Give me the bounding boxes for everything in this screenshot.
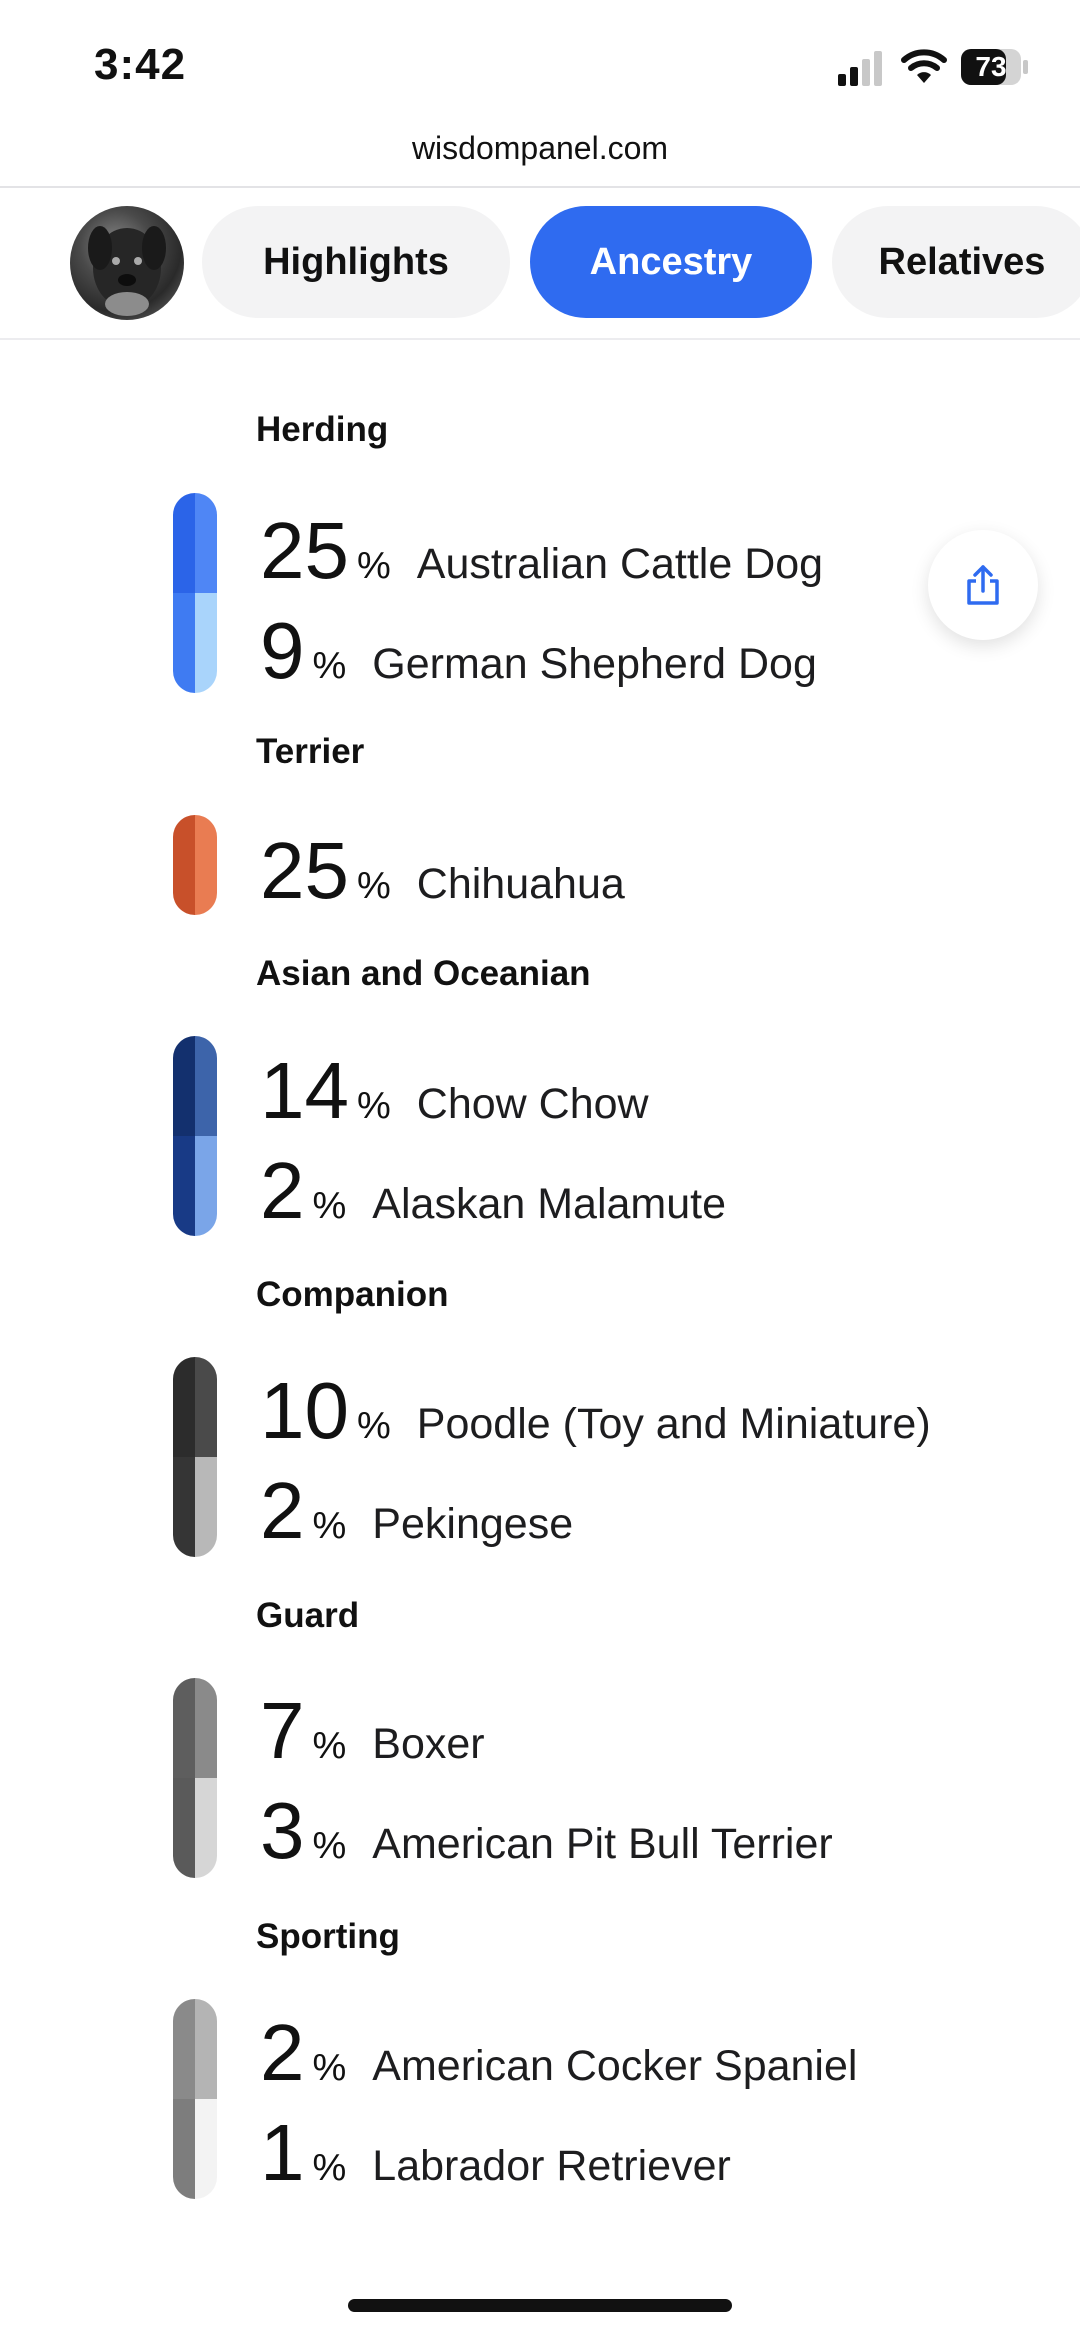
percent-sign: % xyxy=(356,1085,391,1127)
percent-sign: % xyxy=(312,1825,347,1867)
breed-percent: 1 xyxy=(260,2108,305,2197)
percent-sign: % xyxy=(312,645,347,687)
percent-sign: % xyxy=(356,545,391,587)
breed-row: 25 % Australian Cattle Dog xyxy=(260,506,823,596)
percent-sign: % xyxy=(356,1405,391,1447)
battery-level: 73 xyxy=(975,51,1007,82)
breed-row: 2 % Pekingese xyxy=(260,1466,573,1556)
breed-row: 14 % Chow Chow xyxy=(260,1046,649,1136)
breed-row: 2 % Alaskan Malamute xyxy=(260,1146,726,1236)
breed-row: 2 % American Cocker Spaniel xyxy=(260,2008,857,2098)
breed-percent: 2 xyxy=(260,2008,305,2097)
cellular-signal-icon xyxy=(838,51,882,86)
status-time: 3:42 xyxy=(94,40,187,89)
dog-photo-icon xyxy=(88,226,166,316)
percent-sign: % xyxy=(312,1725,347,1767)
breed-name: American Cocker Spaniel xyxy=(372,2042,858,2090)
breed-name: Boxer xyxy=(372,1720,485,1768)
breed-name: Poodle (Toy and Miniature) xyxy=(416,1400,931,1448)
group-title-guard: Guard xyxy=(256,1596,360,1635)
companion-bar xyxy=(173,1357,217,1557)
wifi-icon xyxy=(901,49,947,83)
breed-percent: 25 xyxy=(260,826,349,915)
breed-name: Labrador Retriever xyxy=(372,2142,731,2190)
breed-row: 1 % Labrador Retriever xyxy=(260,2108,731,2198)
terrier-bar xyxy=(173,815,217,915)
percent-sign: % xyxy=(312,1185,347,1227)
breed-name: Alaskan Malamute xyxy=(372,1180,727,1228)
breed-percent: 3 xyxy=(260,1786,305,1875)
breed-name: German Shepherd Dog xyxy=(372,640,817,688)
breed-name: Australian Cattle Dog xyxy=(416,540,824,588)
url-domain[interactable]: wisdompanel.com xyxy=(412,130,668,166)
group-title-terrier: Terrier xyxy=(256,732,365,771)
asian-oceanian-bar xyxy=(173,1036,217,1236)
percent-sign: % xyxy=(312,2047,347,2089)
breed-row: 3 % American Pit Bull Terrier xyxy=(260,1786,833,1876)
tab-row: Highlights Ancestry Relatives xyxy=(0,188,1080,340)
breed-percent: 2 xyxy=(260,1146,305,1235)
breed-row: 10 % Poodle (Toy and Miniature) xyxy=(260,1366,931,1456)
breed-name: American Pit Bull Terrier xyxy=(372,1820,833,1868)
dog-avatar[interactable] xyxy=(70,206,184,320)
breed-row: 9 % German Shepherd Dog xyxy=(260,606,817,696)
breed-row: 25 % Chihuahua xyxy=(260,826,625,916)
tab-highlights[interactable]: Highlights xyxy=(202,206,510,318)
guard-bar xyxy=(173,1678,217,1878)
home-indicator[interactable] xyxy=(348,2299,732,2312)
breed-percent: 2 xyxy=(260,1466,305,1555)
breed-name: Pekingese xyxy=(372,1500,574,1548)
breed-percent: 9 xyxy=(260,606,305,695)
url-bar[interactable]: wisdompanel.com xyxy=(0,118,1080,188)
percent-sign: % xyxy=(356,865,391,907)
group-title-herding: Herding xyxy=(256,410,389,449)
tab-relatives[interactable]: Relatives xyxy=(832,206,1080,318)
breed-name: Chihuahua xyxy=(416,860,625,908)
group-title-companion: Companion xyxy=(256,1275,449,1314)
breed-percent: 7 xyxy=(260,1686,305,1775)
battery-icon: 73 xyxy=(960,48,1030,86)
sporting-bar xyxy=(173,1999,217,2199)
status-bar: 3:42 73 xyxy=(0,0,1080,130)
breed-percent: 25 xyxy=(260,506,349,595)
breed-percent: 14 xyxy=(260,1046,349,1135)
herding-bar xyxy=(173,493,217,693)
tab-ancestry[interactable]: Ancestry xyxy=(530,206,812,318)
percent-sign: % xyxy=(312,1505,347,1547)
group-title-sporting: Sporting xyxy=(256,1917,400,1956)
breed-row: 7 % Boxer xyxy=(260,1686,485,1776)
group-title-asian-oceanian: Asian and Oceanian xyxy=(256,954,591,993)
breed-name: Chow Chow xyxy=(416,1080,649,1128)
percent-sign: % xyxy=(312,2147,347,2189)
share-icon xyxy=(967,565,999,605)
share-button[interactable] xyxy=(928,530,1038,640)
breed-percent: 10 xyxy=(260,1366,349,1455)
